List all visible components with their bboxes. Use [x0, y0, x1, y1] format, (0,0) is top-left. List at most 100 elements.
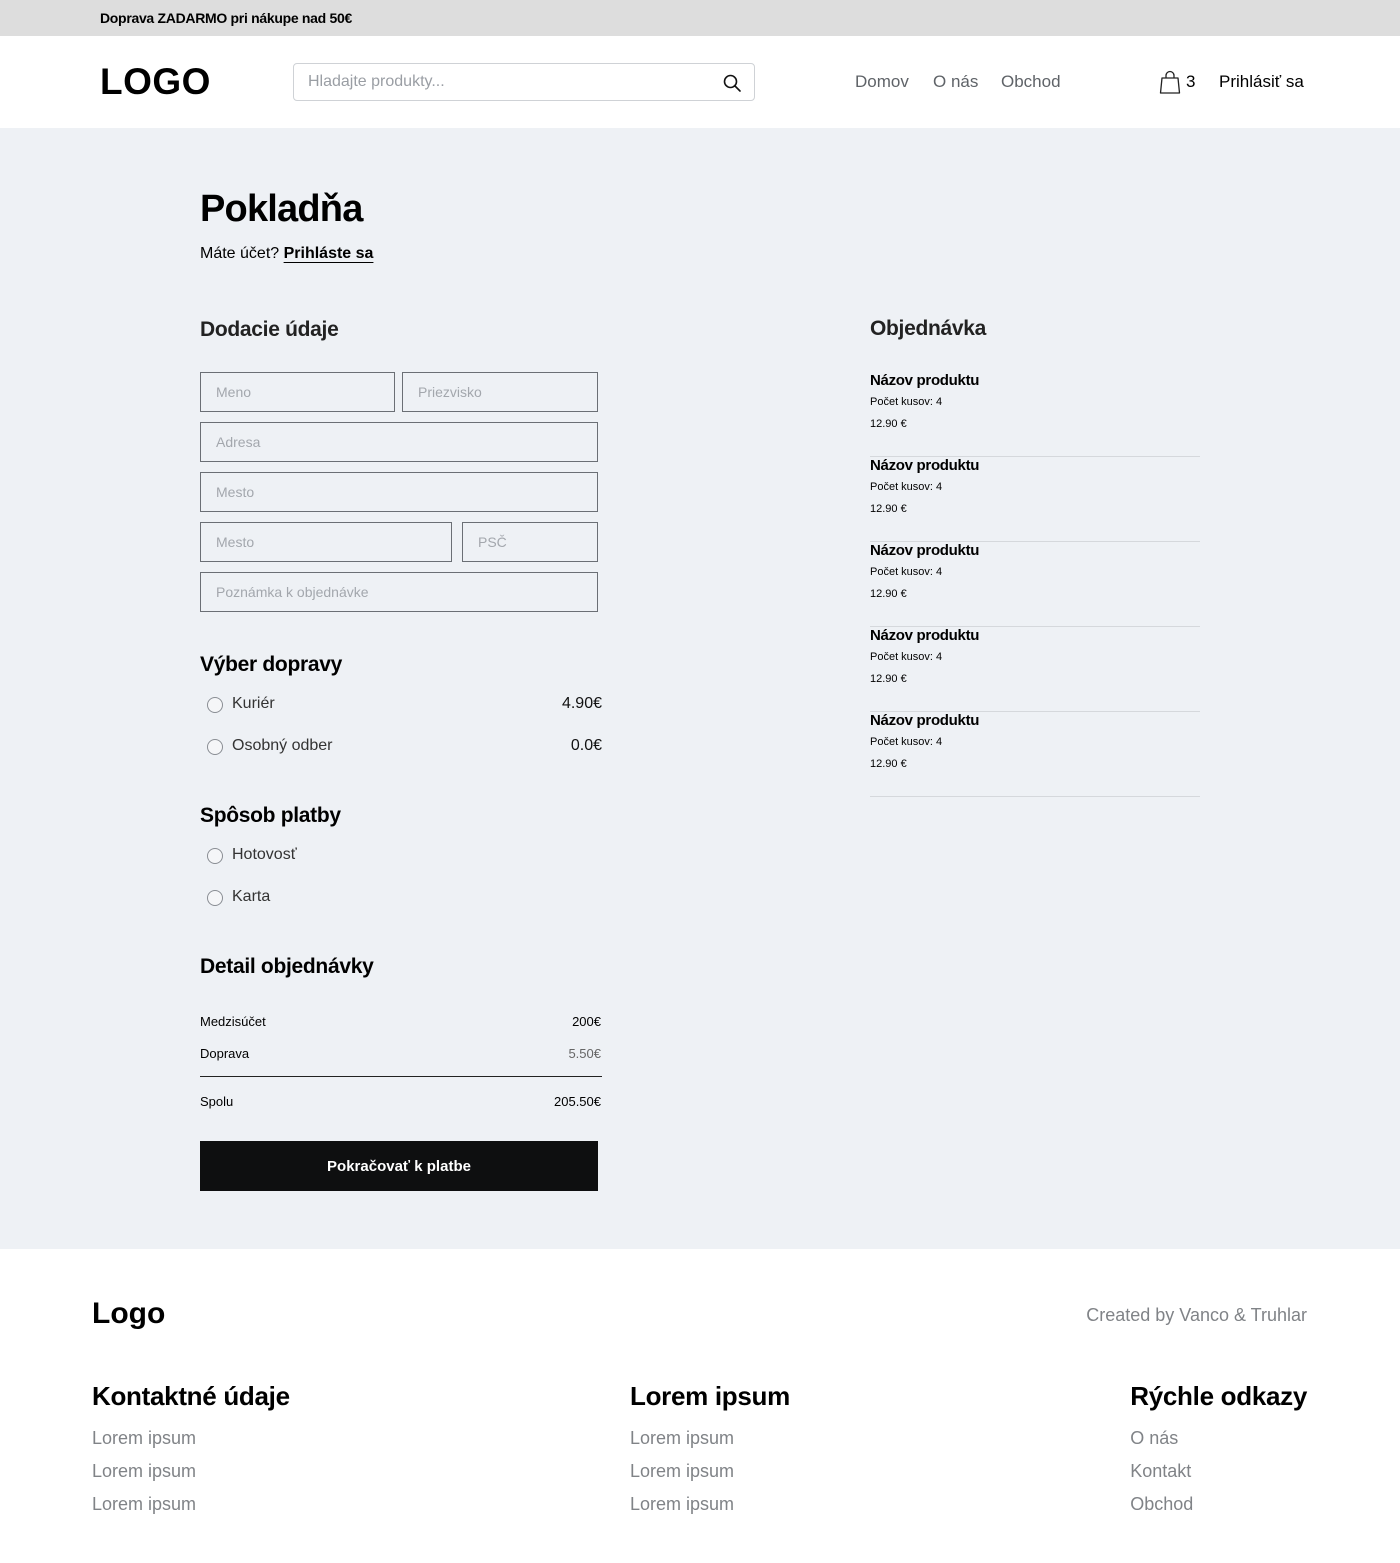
footer-link-contact[interactable]: Kontakt — [1130, 1455, 1307, 1488]
order-item-price: 12.90 € — [870, 503, 907, 515]
order-section-title: Objednávka — [870, 317, 987, 340]
login-link[interactable]: Prihlásiť sa — [1219, 72, 1304, 92]
delivery-section-title: Dodacie údaje — [200, 318, 339, 341]
shipping-cost-row: Doprava 5.50€ — [200, 1046, 601, 1061]
order-item-price: 12.90 € — [870, 588, 907, 600]
order-item: Názov produktu Počet kusov: 4 12.90 € — [870, 372, 1200, 457]
order-item-name: Názov produktu — [870, 457, 980, 474]
promo-bar: Doprava ZADARMO pri nákupe nad 50€ — [0, 0, 1400, 36]
order-item-name: Názov produktu — [870, 712, 980, 729]
order-item-price: 12.90 € — [870, 758, 907, 770]
shipping-cost-value: 5.50€ — [568, 1046, 601, 1061]
search-icon[interactable] — [722, 73, 742, 93]
order-item-quantity: Počet kusov: 4 — [870, 481, 943, 493]
search-input[interactable] — [308, 64, 708, 100]
footer-link[interactable]: Lorem ipsum — [92, 1488, 290, 1521]
cart-count: 3 — [1186, 72, 1196, 91]
payment-option-label: Karta — [232, 888, 271, 905]
radio-button[interactable] — [207, 848, 223, 864]
footer-column-contact: Kontaktné údaje Lorem ipsum Lorem ipsum … — [92, 1381, 290, 1521]
footer-column-title: Kontaktné údaje — [92, 1381, 290, 1411]
order-item: Názov produktu Počet kusov: 4 12.90 € — [870, 712, 1200, 797]
footer-link[interactable]: Lorem ipsum — [92, 1455, 290, 1488]
site-logo[interactable]: LOGO — [100, 62, 211, 102]
order-item-price: 12.90 € — [870, 418, 907, 430]
radio-button[interactable] — [207, 739, 223, 755]
shopping-bag-icon[interactable] — [1159, 70, 1181, 94]
order-note-input[interactable] — [201, 573, 597, 611]
footer-column-lorem: Lorem ipsum Lorem ipsum Lorem ipsum Lore… — [630, 1381, 790, 1521]
order-item-list: Názov produktu Počet kusov: 4 12.90 € Ná… — [870, 372, 1200, 797]
shipping-option-price: 4.90€ — [561, 695, 602, 712]
nav-link-home[interactable]: Domov — [855, 72, 909, 92]
city-field-secondary — [200, 522, 452, 562]
payment-option-cash[interactable]: Hotovosť — [207, 844, 602, 868]
continue-to-payment-button[interactable]: Pokračovať k platbe — [200, 1141, 598, 1191]
footer-credit: Created by Vanco & Truhlar — [1086, 1305, 1307, 1325]
promo-text: Doprava ZADARMO pri nákupe nad 50€ — [100, 10, 352, 26]
order-item-name: Názov produktu — [870, 372, 980, 389]
last-name-field — [402, 372, 598, 412]
shipping-option-price: 0.0€ — [570, 737, 602, 754]
subtotal-label: Medzisúčet — [200, 1014, 266, 1029]
payment-section-title: Spôsob platby — [200, 804, 341, 827]
search-box — [293, 63, 755, 101]
city-input-secondary[interactable] — [201, 523, 451, 561]
footer-logo[interactable]: Logo — [92, 1297, 165, 1331]
order-item-quantity: Počet kusov: 4 — [870, 651, 943, 663]
footer-link[interactable]: Lorem ipsum — [630, 1488, 790, 1521]
subtotal-value: 200€ — [572, 1014, 601, 1029]
total-row: Spolu 205.50€ — [200, 1094, 601, 1109]
order-note-field — [200, 572, 598, 612]
address-input[interactable] — [201, 423, 597, 461]
shipping-cost-label: Doprava — [200, 1046, 250, 1061]
nav-link-about[interactable]: O nás — [933, 72, 978, 92]
shipping-option-label: Kuriér — [232, 695, 275, 712]
shipping-option-courier[interactable]: Kuriér 4.90€ — [207, 693, 602, 717]
zip-input[interactable] — [463, 523, 597, 561]
footer-link[interactable]: Lorem ipsum — [630, 1455, 790, 1488]
total-label: Spolu — [200, 1094, 234, 1109]
site-footer: Logo Created by Vanco & Truhlar Kontaktn… — [0, 1249, 1400, 1563]
footer-column-title: Rýchle odkazy — [1130, 1381, 1307, 1411]
city-field — [200, 472, 598, 512]
first-name-field — [200, 372, 395, 412]
payment-option-label: Hotovosť — [232, 846, 297, 863]
page-title: Pokladňa — [200, 188, 363, 230]
subtotal-row: Medzisúčet 200€ — [200, 1014, 601, 1029]
order-item-quantity: Počet kusov: 4 — [870, 736, 943, 748]
radio-button[interactable] — [207, 890, 223, 906]
order-detail-title: Detail objednávky — [200, 955, 374, 978]
footer-column-quick-links: Rýchle odkazy O nás Kontakt Obchod — [1130, 1381, 1307, 1521]
footer-link[interactable]: Lorem ipsum — [630, 1422, 790, 1455]
footer-link-shop[interactable]: Obchod — [1130, 1488, 1307, 1521]
radio-button[interactable] — [207, 697, 223, 713]
footer-link[interactable]: Lorem ipsum — [92, 1422, 290, 1455]
account-prompt: Máte účet? Prihláste sa — [200, 245, 373, 263]
zip-field — [462, 522, 598, 562]
last-name-input[interactable] — [403, 373, 597, 411]
order-item-name: Názov produktu — [870, 542, 980, 559]
total-value: 205.50€ — [554, 1094, 601, 1109]
order-item: Názov produktu Počet kusov: 4 12.90 € — [870, 542, 1200, 627]
order-item-name: Názov produktu — [870, 627, 980, 644]
payment-option-card[interactable]: Karta — [207, 886, 602, 910]
nav-link-shop[interactable]: Obchod — [1001, 72, 1061, 92]
address-field — [200, 422, 598, 462]
order-item-price: 12.90 € — [870, 673, 907, 685]
site-header: LOGO Domov O nás Obchod 3 Prihlásiť sa — [0, 36, 1400, 128]
shipping-section-title: Výber dopravy — [200, 653, 342, 676]
shipping-option-label: Osobný odber — [232, 737, 333, 754]
order-item-quantity: Počet kusov: 4 — [870, 396, 943, 408]
footer-column-title: Lorem ipsum — [630, 1381, 790, 1411]
checkout-main: Pokladňa Máte účet? Prihláste sa Dodacie… — [0, 128, 1400, 1249]
first-name-input[interactable] — [201, 373, 394, 411]
footer-link-about[interactable]: O nás — [1130, 1422, 1307, 1455]
shipping-option-pickup[interactable]: Osobný odber 0.0€ — [207, 735, 602, 759]
city-input[interactable] — [201, 473, 597, 511]
order-item-quantity: Počet kusov: 4 — [870, 566, 943, 578]
account-login-link[interactable]: Prihláste sa — [284, 245, 374, 262]
summary-divider — [200, 1076, 602, 1077]
order-item: Názov produktu Počet kusov: 4 12.90 € — [870, 457, 1200, 542]
account-question: Máte účet? — [200, 245, 280, 262]
